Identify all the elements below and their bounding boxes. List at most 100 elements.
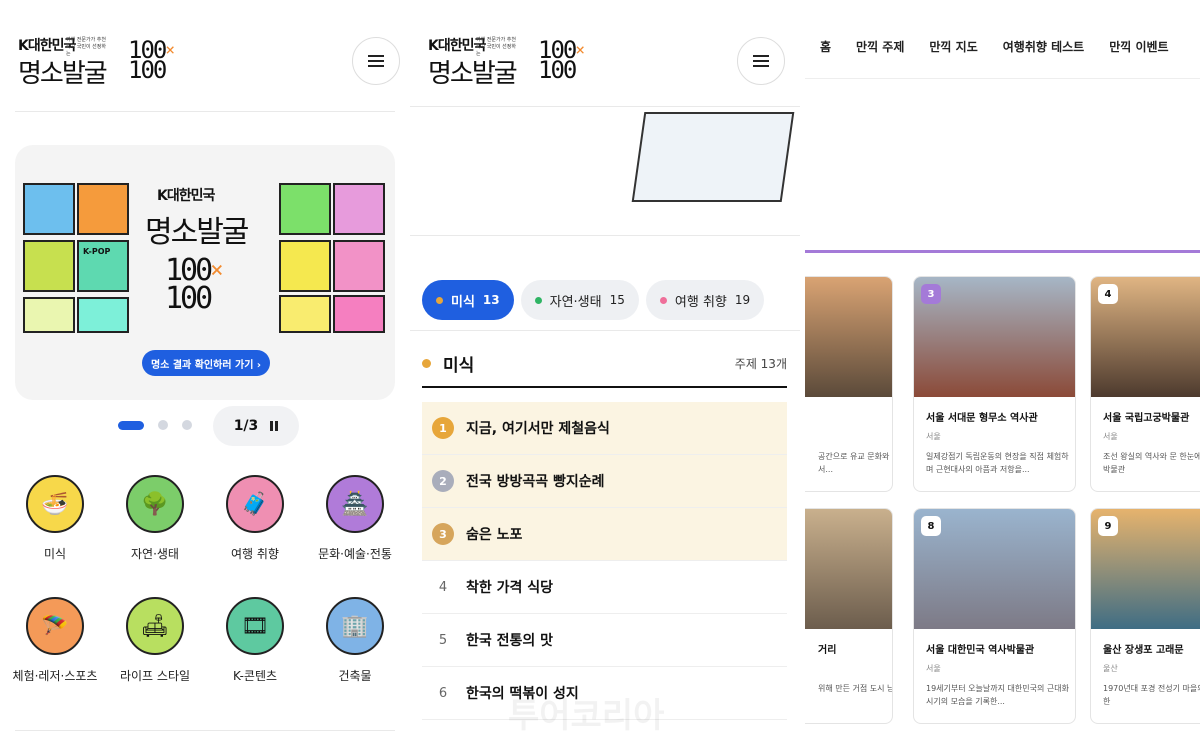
chip-dot <box>436 296 443 304</box>
place-desc: 19세기부터 오늘날까지 대한민국의 근대화 시기의 모습을 기록한... <box>926 684 1069 706</box>
header-divider <box>410 106 800 107</box>
category-item[interactable]: 🧳 여행 취향 <box>205 475 305 562</box>
category-label: 자연·생태 <box>131 547 179 561</box>
category-chip[interactable]: 여행 취향 19 <box>645 280 765 320</box>
header-divider <box>15 111 395 112</box>
chip-label: 자연·생태 <box>549 294 602 310</box>
place-desc: 위해 만든 거점 도시 남아있는 당시의... <box>818 684 892 693</box>
place-title: 울산 장생포 고래문 <box>1103 645 1184 656</box>
category-item[interactable]: 🛋 라이프 스타일 <box>105 597 205 684</box>
category-chip[interactable]: 자연·생태 15 <box>520 280 639 320</box>
pager-text: 1/3 <box>233 418 259 434</box>
place-desc: 공간으로 유교 문화와 수 있는 대표 교과서... <box>818 452 892 474</box>
category-item[interactable]: 🍜 미식 <box>5 475 105 562</box>
top-nav: 홈 만끽 주제 만끽 지도 여행취향 테스트 만끽 이벤트 <box>820 38 1169 55</box>
promo-banner[interactable]: K-POP K대한민국 명소발굴 100× 100 명소 결과 확인하러 가기 › <box>15 145 395 400</box>
pause-icon[interactable] <box>270 421 279 431</box>
carousel-dot-1[interactable] <box>118 420 144 430</box>
rank-badge: 3 <box>921 284 941 304</box>
category-icon: 🏢 <box>326 597 384 655</box>
banner-tile-family <box>279 183 331 235</box>
banner-cta-button[interactable]: 명소 결과 확인하러 가기 › <box>142 350 270 376</box>
banner-tile-hanbok <box>333 183 385 235</box>
category-item[interactable]: 🏢 건축물 <box>305 597 405 684</box>
place-card[interactable]: 거리위해 만든 거점 도시 남아있는 당시의... <box>805 508 893 724</box>
rank-number: 2 <box>432 470 454 492</box>
place-card[interactable]: 4 서울 국립고궁박물관서울조선 왕실의 역사와 문 한눈에 볼 수 있는 박물관 <box>1090 276 1200 492</box>
category-item[interactable]: 🪂 체험·레저·스포츠 <box>5 597 105 684</box>
category-icon: 🛋 <box>126 597 184 655</box>
carousel-pager: 1/3 <box>213 406 299 446</box>
nav-item[interactable]: 만끽 지도 <box>929 38 977 55</box>
nav-item[interactable]: 만끽 이벤트 <box>1109 38 1168 55</box>
section-title: 미식 <box>443 355 475 376</box>
place-card[interactable]: 9 울산 장생포 고래문울산 1970년대 포경 전성기 마을의 풍경을 재현한 <box>1090 508 1200 724</box>
banner-tile-kpop: K-POP <box>77 240 129 292</box>
category-icon: 🍜 <box>26 475 84 533</box>
chip-label: 여행 취향 <box>674 294 727 310</box>
topic-rank-item[interactable]: 3 숨은 노포 <box>422 508 787 561</box>
category-item[interactable]: 🏯 문화·예술·전통 <box>305 475 405 562</box>
rank-title: 착한 가격 식당 <box>466 580 554 596</box>
hamburger-menu-button[interactable] <box>737 37 785 85</box>
place-card[interactable]: 공간으로 유교 문화와 수 있는 대표 교과서... <box>805 276 893 492</box>
banner-title-small: K대한민국 <box>157 188 215 204</box>
category-label: 라이프 스타일 <box>119 669 191 683</box>
topic-rank-item[interactable]: 5 한국 전통의 맛 <box>422 614 787 667</box>
topic-rank-item[interactable]: 2 전국 방방곡곡 빵지순례 <box>422 455 787 508</box>
places-screen: 홈 만끽 주제 만끽 지도 여행취향 테스트 만끽 이벤트 공간으로 유교 문화와 수 … <box>805 0 1200 750</box>
hamburger-menu-button[interactable] <box>352 37 400 85</box>
place-region: 서울 <box>926 664 941 673</box>
place-card[interactable]: 8 서울 대한민국 역사박물관 서울 19세기부터 오늘날까지 대한민국의 근대화 시… <box>913 508 1076 724</box>
rank-badge: 8 <box>921 516 941 536</box>
category-label: K-콘텐츠 <box>232 669 278 683</box>
category-icon: 🧳 <box>226 475 284 533</box>
place-desc: 일제강점기 독립운동의 현장을 직접 체험하며 근현대사의 아픔과 저항을... <box>926 452 1069 474</box>
carousel-dot-3[interactable] <box>182 420 192 430</box>
place-desc: 조선 왕실의 역사와 문 한눈에 볼 수 있는 박물관 <box>1103 452 1200 474</box>
rank-title: 지금, 여기서만 제철음식 <box>466 421 610 437</box>
logo-text-big: 명소발굴 <box>18 59 108 89</box>
bottom-divider <box>15 730 395 731</box>
rank-badge: 4 <box>1098 284 1118 304</box>
place-photo <box>805 509 892 629</box>
home-screen: K대한민국 여행 전문가가 추천하고 국민이 선정하는 명소발굴 100× 100… <box>0 0 405 750</box>
carousel-dot-2[interactable] <box>158 420 168 430</box>
rank-number: 4 <box>438 579 448 595</box>
category-item[interactable]: 🎞 K-콘텐츠 <box>205 597 305 684</box>
chip-count: 19 <box>734 293 751 307</box>
section-header: 미식 주제 13개 <box>422 340 787 388</box>
banner-tile-bridge <box>279 240 331 292</box>
category-label: 여행 취향 <box>231 547 279 561</box>
category-item[interactable]: 🌳 자연·생태 <box>105 475 205 562</box>
banner-tile-run <box>23 297 75 333</box>
banner-100x100: 100× 100 <box>165 253 224 316</box>
section-dot <box>422 358 431 368</box>
topic-rank-item[interactable]: 4 착한 가격 식당 <box>422 561 787 614</box>
place-region: 서울 <box>1103 432 1118 441</box>
place-desc: 1970년대 포경 전성기 마을의 풍경을 재현한 <box>1103 684 1200 706</box>
nav-item[interactable]: 만끽 주제 <box>856 38 904 55</box>
nav-item[interactable]: 여행취향 테스트 <box>1003 38 1084 55</box>
category-chip[interactable]: 미식 13 <box>422 280 514 320</box>
section-accent-line <box>805 250 1200 253</box>
banner-tile-gate <box>333 240 385 292</box>
rank-number: 1 <box>432 417 454 439</box>
carousel-dots <box>118 420 192 430</box>
chips-divider <box>410 330 800 331</box>
watermark: 투어코리아 <box>508 696 665 736</box>
banner-tile-paraglide <box>77 183 129 235</box>
rank-badge: 9 <box>1098 516 1118 536</box>
rank-number: 6 <box>438 685 448 701</box>
rank-title: 전국 방방곡곡 빵지순례 <box>466 474 605 490</box>
nav-divider <box>805 78 1200 79</box>
place-title: 서울 국립고궁박물관 <box>1103 413 1190 424</box>
category-icon: 🌳 <box>126 475 184 533</box>
site-logo[interactable]: K대한민국 여행 전문가가 추천하고 국민이 선정하는 명소발굴 100× 100 <box>428 35 585 89</box>
topic-rank-item[interactable]: 1 지금, 여기서만 제철음식 <box>422 402 787 455</box>
menu-icon <box>753 60 769 62</box>
place-card[interactable]: 3 서울 서대문 형무소 역사관 서울 일제강점기 독립운동의 현장을 직접 체험하며… <box>913 276 1076 492</box>
nav-item[interactable]: 홈 <box>820 38 831 55</box>
category-icon: 🏯 <box>326 475 384 533</box>
site-logo[interactable]: K대한민국 여행 전문가가 추천하고 국민이 선정하는 명소발굴 100× 100 <box>18 35 175 89</box>
